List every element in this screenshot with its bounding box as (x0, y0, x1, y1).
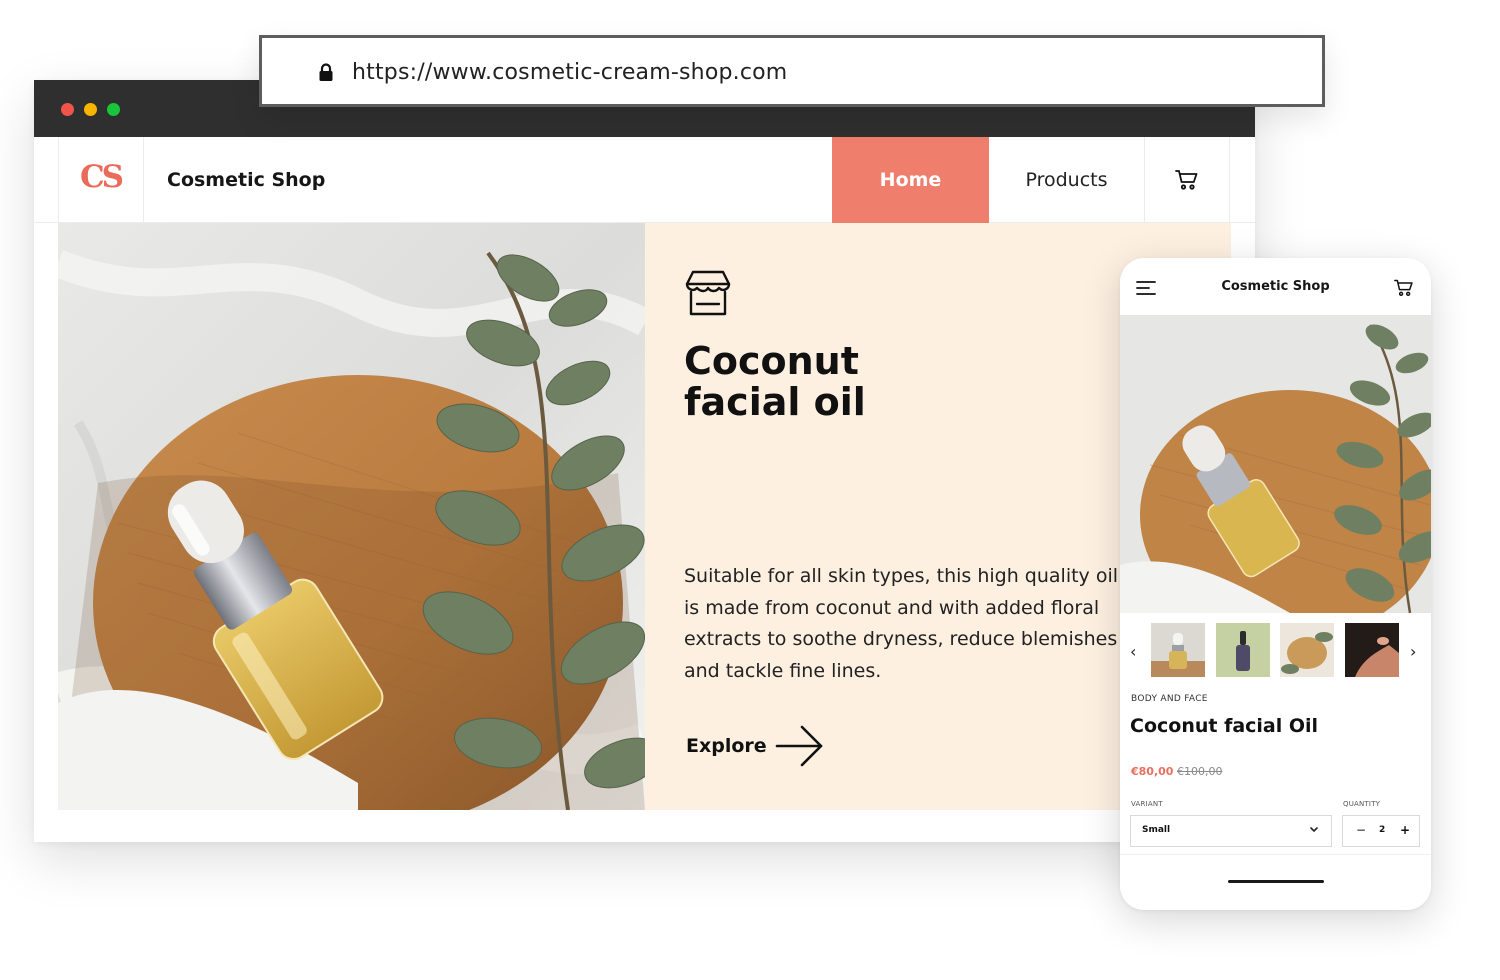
thumbnail-2[interactable] (1216, 623, 1270, 677)
hero-product-image (58, 223, 645, 810)
variant-select[interactable]: Small (1130, 815, 1332, 847)
url-text: https://www.cosmetic-cream-shop.com (352, 60, 788, 85)
browser-window: CS Cosmetic Shop Home Products Coconut f… (34, 80, 1255, 842)
carousel-prev-button[interactable]: ‹ (1130, 642, 1136, 661)
quantity-stepper: − 2 + (1342, 815, 1420, 847)
mobile-header: Cosmetic Shop (1120, 258, 1431, 315)
logo-text: CS (80, 159, 124, 195)
arrow-right-icon (775, 725, 822, 767)
divider (1120, 854, 1431, 855)
chevron-down-icon (1310, 827, 1318, 833)
lock-icon (319, 63, 333, 81)
cart-icon[interactable] (1394, 278, 1414, 298)
nav-home-label: Home (879, 169, 942, 191)
mobile-product-image (1120, 315, 1431, 613)
explore-link[interactable]: Explore (686, 723, 825, 769)
thumbnail-3[interactable] (1280, 623, 1334, 677)
nav-home[interactable]: Home (832, 137, 989, 223)
thumbnail-1[interactable] (1151, 623, 1205, 677)
variant-label: VARIANT (1131, 800, 1163, 808)
nav-products-label: Products (1025, 169, 1108, 191)
product-name: Coconut facial Oil (1130, 715, 1319, 737)
site-header: CS Cosmetic Shop Home Products (34, 137, 1255, 223)
close-window-button[interactable] (61, 103, 74, 116)
site-name: Cosmetic Shop (167, 169, 326, 191)
product-old-price: €100,00 (1177, 765, 1223, 778)
hero-description: Suitable for all skin types, this high q… (684, 565, 1119, 682)
nav-products[interactable]: Products (989, 137, 1145, 223)
mobile-device: Cosmetic Shop ‹ › BODY AND FACE Coconut … (1120, 258, 1431, 910)
hero-title: Coconut facial oil (684, 339, 866, 424)
quantity-increase-button[interactable]: + (1400, 823, 1410, 837)
maximize-window-button[interactable] (107, 103, 120, 116)
explore-label: Explore (686, 735, 767, 757)
thumbnail-4[interactable] (1345, 623, 1399, 677)
quantity-value[interactable]: 2 (1379, 825, 1385, 835)
variant-value: Small (1142, 825, 1171, 835)
mobile-title: Cosmetic Shop (1221, 279, 1330, 294)
cart-icon (1175, 170, 1198, 190)
store-icon (685, 270, 731, 316)
product-price: €80,00 (1131, 765, 1174, 778)
thumbnail-carousel: ‹ › (1120, 623, 1431, 677)
product-category: BODY AND FACE (1131, 694, 1208, 704)
site-logo[interactable]: CS (58, 137, 144, 223)
minimize-window-button[interactable] (84, 103, 97, 116)
quantity-label: QUANTITY (1343, 800, 1381, 808)
cart-button[interactable] (1145, 137, 1230, 223)
carousel-next-button[interactable]: › (1410, 642, 1416, 661)
home-indicator[interactable] (1228, 880, 1324, 883)
quantity-decrease-button[interactable]: − (1356, 823, 1366, 837)
address-bar[interactable]: https://www.cosmetic-cream-shop.com (259, 35, 1325, 107)
